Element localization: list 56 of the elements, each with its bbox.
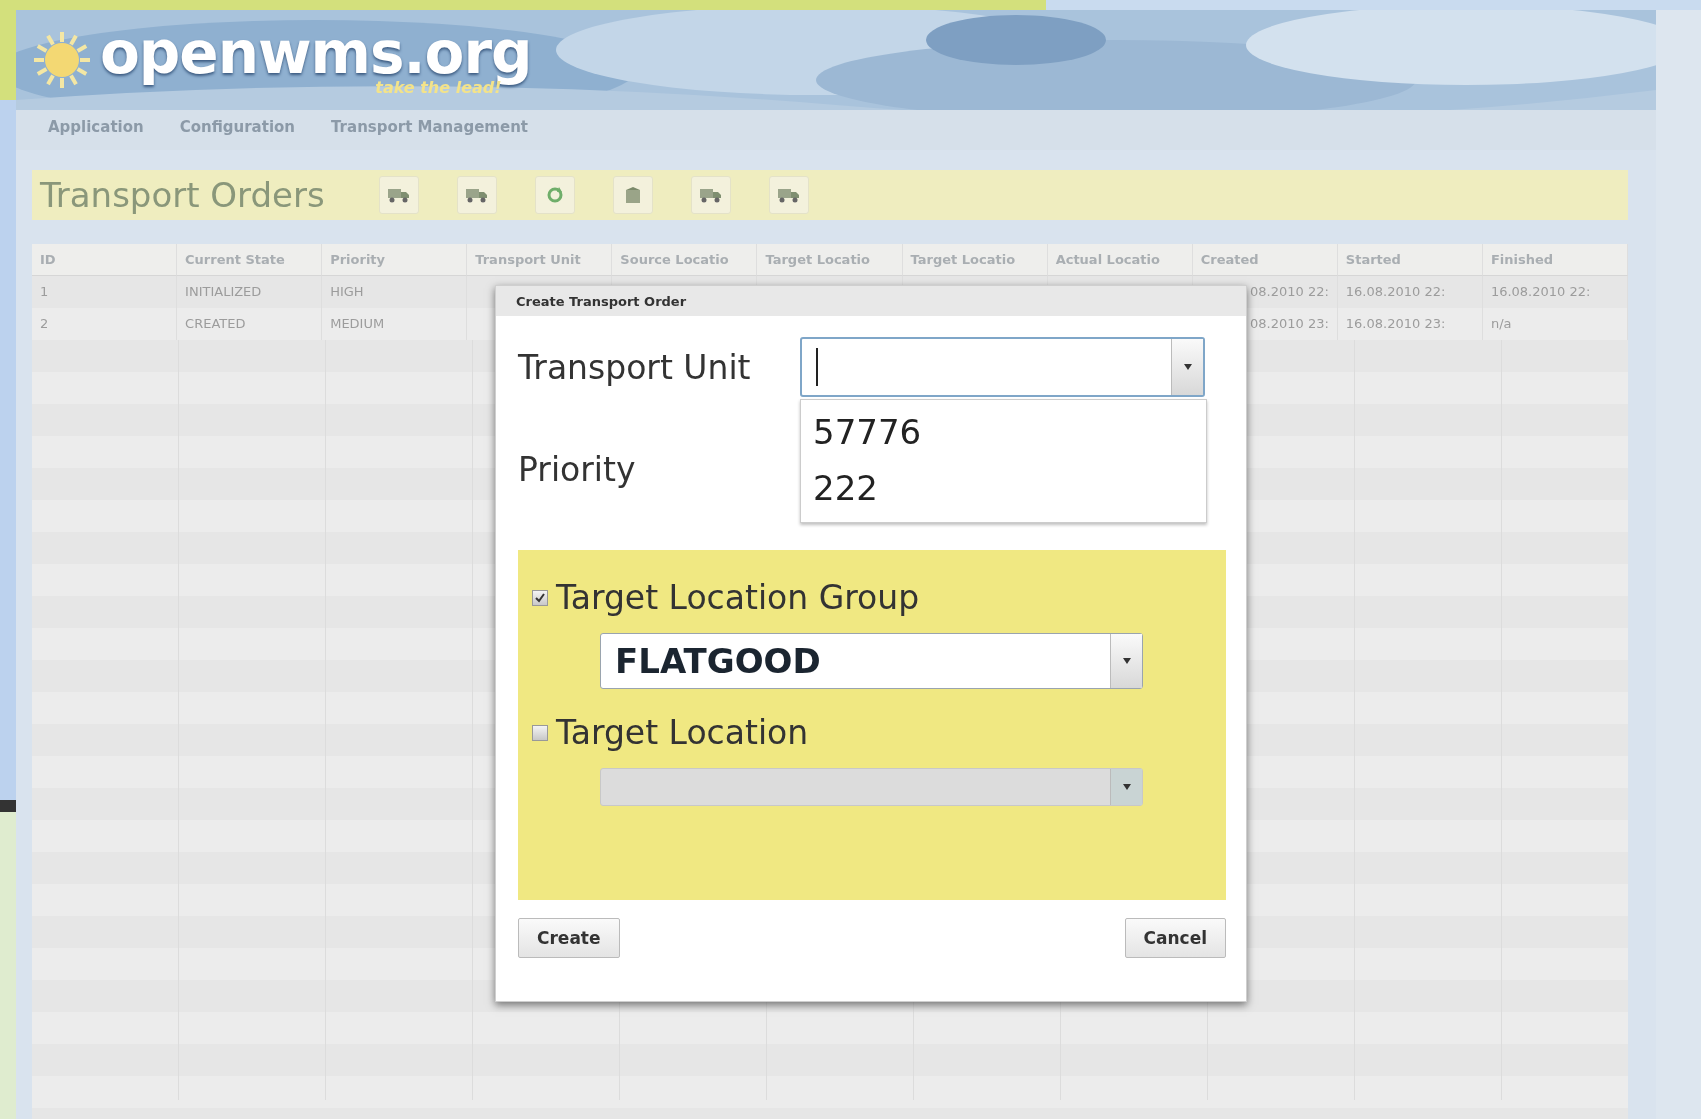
table-cell: INITIALIZED bbox=[177, 276, 323, 308]
toolbar-button[interactable] bbox=[612, 176, 653, 214]
menu-item[interactable]: Configuration bbox=[179, 118, 296, 142]
toolbar-button[interactable] bbox=[690, 176, 731, 214]
table-cell: 16.08.2010 23: bbox=[1337, 308, 1483, 340]
truck-icon bbox=[465, 187, 488, 203]
toolbar-button[interactable] bbox=[534, 176, 575, 214]
table-cell: 1 bbox=[32, 276, 178, 308]
column-header[interactable]: Created bbox=[1192, 244, 1338, 276]
field-label: Priority bbox=[518, 449, 637, 489]
location-group-select[interactable]: FLATGOOD bbox=[600, 633, 1143, 689]
column-header[interactable]: Current State bbox=[177, 244, 323, 276]
checkbox[interactable] bbox=[532, 589, 548, 606]
truck-icon bbox=[699, 187, 722, 203]
column-header[interactable]: Target Locatio bbox=[902, 244, 1048, 276]
column-header[interactable]: Finished bbox=[1482, 244, 1628, 276]
dropdown-button[interactable] bbox=[1171, 339, 1203, 395]
menu-item[interactable]: Application bbox=[48, 118, 144, 142]
caret-icon bbox=[1183, 364, 1192, 370]
caret-icon bbox=[1122, 784, 1131, 790]
field-label: Transport Unit bbox=[518, 347, 752, 387]
caret-icon bbox=[1122, 658, 1131, 664]
table-cell: HIGH bbox=[322, 276, 468, 308]
column-header[interactable]: Actual Locatio bbox=[1047, 244, 1193, 276]
checkbox-label: Target Location Group bbox=[556, 578, 920, 617]
table-cell: 16.08.2010 22: bbox=[1337, 276, 1483, 308]
checkbox-label: Target Location bbox=[556, 713, 809, 752]
transport-unit-field[interactable] bbox=[800, 337, 1205, 397]
dialog-title: Create Transport Order bbox=[496, 286, 1246, 316]
page-title: Transport Orders bbox=[40, 175, 325, 215]
text-cursor bbox=[816, 348, 818, 386]
column-header[interactable]: Transport Unit bbox=[467, 244, 613, 276]
column-header[interactable]: Source Locatio bbox=[612, 244, 758, 276]
table-cell: 2 bbox=[32, 308, 178, 340]
dropdown-button[interactable] bbox=[1110, 634, 1142, 688]
table-cell: 16.08.2010 22: bbox=[1482, 276, 1628, 308]
column-header[interactable]: Target Locatio bbox=[757, 244, 903, 276]
truck-icon bbox=[387, 187, 410, 203]
menu-item[interactable]: Transport Management bbox=[331, 118, 528, 142]
column-header[interactable]: ID bbox=[32, 244, 178, 276]
truck-icon bbox=[777, 187, 800, 203]
dialog-button[interactable]: Cancel bbox=[1124, 918, 1226, 958]
toolbar-button[interactable] bbox=[378, 176, 419, 214]
column-header[interactable]: Started bbox=[1337, 244, 1483, 276]
dropdown-option[interactable]: 222 bbox=[801, 460, 1206, 516]
table-cell: n/a bbox=[1482, 308, 1628, 340]
sun-icon bbox=[34, 32, 90, 88]
dialog-button[interactable]: Create bbox=[518, 918, 620, 958]
dropdown-option[interactable]: 57776 bbox=[801, 404, 1206, 460]
refresh-icon bbox=[545, 186, 564, 204]
toolbar-button[interactable] bbox=[456, 176, 497, 214]
table-cell: CREATED bbox=[177, 308, 323, 340]
column-header[interactable]: Priority bbox=[322, 244, 468, 276]
crate-icon bbox=[623, 186, 642, 204]
toolbar-button[interactable] bbox=[768, 176, 809, 214]
table-cell: MEDIUM bbox=[322, 308, 468, 340]
